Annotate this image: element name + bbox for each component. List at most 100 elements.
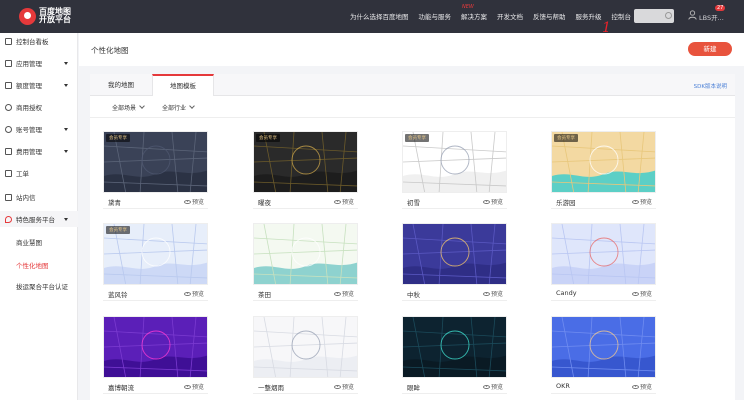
template-card[interactable]: Candy 预览: [551, 223, 656, 303]
industry-filter[interactable]: 全部行业: [162, 101, 195, 113]
template-name: 茶田: [258, 291, 271, 299]
nav-upgrade[interactable]: 服务升级: [576, 11, 602, 21]
sidebar-item-account[interactable]: 账号管理: [0, 121, 78, 137]
template-card[interactable]: 茶田 预览: [253, 223, 358, 303]
mail-icon: [5, 193, 12, 201]
template-card[interactable]: 眼眸 预览: [402, 316, 507, 396]
tab-my-maps[interactable]: 我的地图: [90, 74, 152, 96]
eye-icon: [482, 199, 490, 204]
top-navbar: 百度地图 开放平台 为什么选择百度地图 功能与服务 解决方案 开发文档 反馈与帮…: [0, 0, 744, 33]
shield-icon: [5, 103, 12, 111]
sidebar-sub-custom-map[interactable]: 个性化地图: [16, 260, 49, 270]
map-thumbnail[interactable]: 会员专享: [253, 131, 358, 193]
map-thumbnail[interactable]: [551, 316, 656, 378]
eye-icon: [333, 199, 341, 204]
eye-icon: [333, 291, 341, 296]
nav-features[interactable]: 功能与服务: [419, 11, 452, 21]
template-card[interactable]: 会员专享 蓝风铃 预览: [103, 223, 208, 303]
caret-down-icon: [64, 149, 68, 153]
nav-docs[interactable]: 开发文档: [497, 11, 523, 21]
nav-why[interactable]: 为什么选择百度地图: [350, 11, 409, 21]
new-button[interactable]: 新建: [688, 42, 732, 56]
nav-console[interactable]: 控制台: [612, 11, 632, 21]
map-thumbnail[interactable]: [253, 316, 358, 378]
template-card[interactable]: 会员专享初雪 预览: [402, 131, 507, 211]
sidebar-item-dashboard[interactable]: 控制台看板: [0, 33, 78, 49]
user-icon[interactable]: [688, 10, 697, 20]
template-card[interactable]: 会员专享黛青 预览: [103, 131, 208, 211]
chevron-down-icon: [189, 103, 195, 109]
template-card[interactable]: 嘉博朝流 预览: [103, 316, 208, 396]
template-name: 嘉博朝流: [108, 384, 134, 392]
template-card[interactable]: OKR 预览: [551, 316, 656, 396]
eye-icon: [631, 291, 639, 296]
main-content: 个性化地图 新建 我的地图 地图模板 SDK版本说明 全部场景 全部行业 会员专…: [79, 33, 744, 400]
sidebar-item-billing[interactable]: 费用管理: [0, 143, 78, 159]
sidebar-item-quota[interactable]: 额度管理: [0, 77, 78, 93]
map-thumbnail[interactable]: [103, 316, 208, 378]
eye-icon: [183, 384, 191, 389]
template-card[interactable]: 会员专享 曜夜 预览: [253, 131, 358, 211]
preview-button[interactable]: 预览: [631, 382, 652, 391]
preview-button[interactable]: 预览: [482, 197, 503, 206]
vip-badge: 会员专享: [106, 226, 130, 234]
map-thumbnail[interactable]: [402, 316, 507, 378]
template-name: OKR: [556, 382, 570, 390]
new-badge: NEW: [462, 4, 474, 10]
preview-button[interactable]: 预览: [183, 382, 204, 391]
sidebar-item-messages[interactable]: 站内信: [0, 189, 78, 205]
template-name: 一整烟雨: [258, 384, 284, 392]
baidu-map-logo[interactable]: 百度地图 开放平台: [19, 6, 71, 26]
map-thumbnail[interactable]: [402, 223, 507, 285]
preview-button[interactable]: 预览: [183, 197, 204, 206]
sidebar-item-featured[interactable]: 特色服务平台: [0, 211, 78, 227]
user-name[interactable]: LBS开...: [699, 12, 724, 22]
scene-filter[interactable]: 全部场景: [112, 101, 145, 113]
preview-button[interactable]: 预览: [482, 289, 503, 298]
eye-icon: [183, 199, 191, 204]
vip-badge: 会员专享: [256, 134, 280, 142]
caret-down-icon: [64, 127, 68, 131]
map-thumbnail[interactable]: [551, 223, 656, 285]
preview-button[interactable]: 预览: [631, 197, 652, 206]
eye-icon: [631, 199, 639, 204]
map-thumbnail[interactable]: 会员专享: [103, 131, 208, 193]
template-card[interactable]: 会员专享乐游园 预览: [551, 131, 656, 211]
caret-down-icon: [64, 61, 68, 65]
template-name: 黛青: [108, 199, 121, 207]
grid-icon: [5, 59, 12, 67]
preview-button[interactable]: 预览: [183, 289, 204, 298]
nav-solutions[interactable]: 解决方案: [461, 11, 487, 21]
template-card[interactable]: 一整烟雨 预览: [253, 316, 358, 396]
sdk-version-link[interactable]: SDK版本说明: [694, 82, 727, 90]
sidebar-sub-business-map[interactable]: 商业慧图: [16, 237, 42, 247]
preview-button[interactable]: 预览: [333, 197, 354, 206]
template-name: Candy: [556, 289, 577, 297]
caret-down-icon: [64, 217, 68, 221]
cost-icon: [5, 147, 12, 155]
sidebar-item-apps[interactable]: 应用管理: [0, 55, 78, 71]
eye-icon: [183, 291, 191, 296]
template-card[interactable]: 中秋 预览: [402, 223, 507, 303]
heart-icon: [5, 215, 12, 223]
template-name: 中秋: [407, 291, 420, 299]
caret-down-icon: [64, 83, 68, 87]
nav-feedback[interactable]: 反馈与帮助: [533, 11, 566, 21]
template-name: 乐游园: [556, 199, 576, 207]
sidebar-item-license[interactable]: 商用授权: [0, 99, 78, 115]
template-panel: 我的地图 地图模板 SDK版本说明 全部场景 全部行业 会员专享 黛青 预览 会员专享…: [90, 74, 735, 400]
sidebar-item-ticket[interactable]: 工单: [0, 165, 78, 181]
map-thumbnail[interactable]: 会员专享: [551, 131, 656, 193]
tab-map-templates[interactable]: 地图模板: [152, 74, 214, 96]
preview-button[interactable]: 预览: [631, 289, 652, 298]
sidebar-sub-certification[interactable]: 拔运聚合平台认证: [16, 281, 68, 291]
preview-button[interactable]: 预览: [482, 382, 503, 391]
map-thumbnail[interactable]: 会员专享: [103, 223, 208, 285]
map-thumbnail[interactable]: [253, 223, 358, 285]
eye-icon: [631, 384, 639, 389]
preview-button[interactable]: 预览: [333, 382, 354, 391]
map-thumbnail[interactable]: 会员专享: [402, 131, 507, 193]
search-icon[interactable]: [665, 12, 672, 19]
preview-button[interactable]: 预览: [333, 289, 354, 298]
template-name: 初雪: [407, 199, 420, 207]
